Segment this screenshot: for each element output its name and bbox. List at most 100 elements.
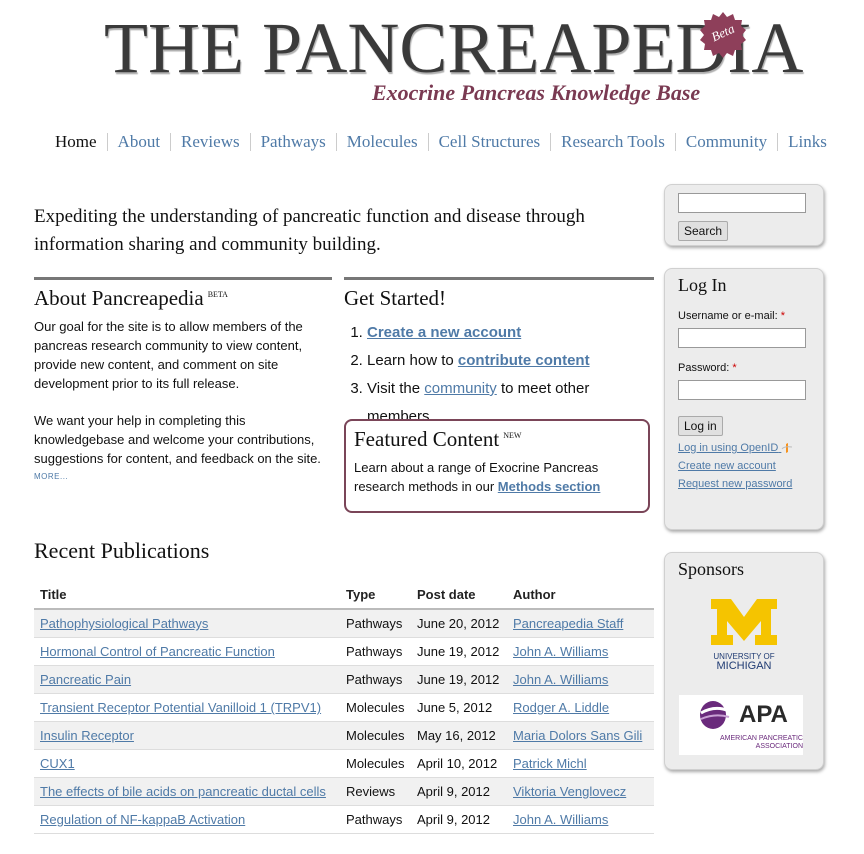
publication-date: June 5, 2012	[417, 700, 493, 715]
apa-logo[interactable]: APA AMERICAN PANCREATIC ASSOCIATION	[679, 695, 803, 755]
publication-author-link[interactable]: Viktoria Venglovecz	[513, 784, 626, 799]
nav-links[interactable]: Links	[777, 133, 837, 151]
featured-title: Featured Content	[354, 427, 500, 451]
publication-title-link[interactable]: The effects of bile acids on pancreatic …	[40, 784, 326, 799]
table-cell: Pathophysiological Pathways	[34, 609, 340, 638]
about-more-link[interactable]: MORE...	[34, 472, 332, 481]
about-paragraph-1: Our goal for the site is to allow member…	[34, 319, 303, 391]
col-author-header: Author	[507, 580, 654, 610]
publication-title-link[interactable]: Insulin Receptor	[40, 728, 134, 743]
username-label-text: Username or e-mail:	[678, 310, 778, 322]
login-button[interactable]: Log in	[678, 416, 723, 436]
publication-title-link[interactable]: Regulation of NF-kappaB Activation	[40, 812, 245, 827]
methods-section-link[interactable]: Methods section	[498, 479, 601, 494]
publication-title-link[interactable]: Pathophysiological Pathways	[40, 616, 208, 631]
nav-about[interactable]: About	[106, 133, 171, 151]
table-cell: Pancreatic Pain	[34, 665, 340, 694]
get-started-block: Get Started! Create a new account Learn …	[344, 277, 654, 431]
table-cell: Transient Receptor Potential Vanilloid 1…	[34, 693, 340, 722]
publications-table: Title Type Post date Author Pathophysiol…	[34, 580, 654, 834]
about-heading: About Pancreapedia BETA	[34, 286, 332, 311]
search-input[interactable]	[678, 193, 806, 213]
umich-logo[interactable]: UNIVERSITY OF MICHIGAN	[709, 599, 779, 672]
table-cell: June 5, 2012	[411, 693, 507, 722]
publication-date: May 16, 2012	[417, 728, 496, 743]
publication-date: April 10, 2012	[417, 756, 498, 771]
site-logo[interactable]: The Pancreapedia Beta Exocrine Pancreas …	[104, 8, 803, 108]
publication-date: April 9, 2012	[417, 812, 490, 827]
openid-link-text: Log in using OpenID	[678, 442, 779, 454]
publication-title-link[interactable]: Hormonal Control of Pancreatic Function	[40, 644, 275, 659]
nav-pathways[interactable]: Pathways	[249, 133, 336, 151]
featured-heading: Featured Content NEW	[354, 427, 640, 452]
username-field[interactable]	[678, 328, 806, 348]
beta-tag: BETA	[207, 290, 228, 299]
apa-wordmark: APA	[739, 701, 788, 728]
nav-home[interactable]: Home	[47, 133, 107, 151]
table-cell: Molecules	[340, 693, 411, 722]
table-cell: John A. Williams	[507, 637, 654, 666]
publication-type: Pathways	[346, 672, 403, 687]
apa-line-1: AMERICAN PANCREATIC	[720, 735, 803, 742]
nav-reviews[interactable]: Reviews	[170, 133, 250, 151]
contribute-content-link[interactable]: contribute content	[458, 352, 590, 369]
table-row: Pathophysiological Pathways Pathways June …	[34, 609, 654, 638]
table-cell: June 20, 2012	[411, 609, 507, 638]
logo-subtitle: Exocrine Pancreas Knowledge Base	[372, 80, 701, 105]
table-cell: May 16, 2012	[411, 721, 507, 750]
create-account-link[interactable]: Create a new account	[367, 324, 521, 341]
logo-title: The Pancreapedia	[104, 8, 804, 88]
recent-publications-title: Recent Publications	[34, 538, 210, 563]
nav-research-tools[interactable]: Research Tools	[550, 133, 675, 151]
publication-author-link[interactable]: John A. Williams	[513, 644, 608, 659]
publication-author-link[interactable]: Pancreapedia Staff	[513, 616, 623, 631]
table-cell: Molecules	[340, 721, 411, 750]
beta-seal-icon: Beta	[700, 12, 746, 58]
table-cell: Insulin Receptor	[34, 721, 340, 750]
about-paragraph-2: We want your help in completing this kno…	[34, 413, 321, 466]
login-title: Log In	[678, 275, 727, 295]
publication-author-link[interactable]: John A. Williams	[513, 812, 608, 827]
password-label-text: Password:	[678, 362, 730, 374]
publication-author-link[interactable]: Maria Dolors Sans Gili	[513, 728, 642, 743]
umich-line-2: MICHIGAN	[716, 660, 772, 672]
publication-title-link[interactable]: Transient Receptor Potential Vanilloid 1…	[40, 700, 321, 715]
nav-molecules[interactable]: Molecules	[335, 133, 428, 151]
table-cell: Rodger A. Liddle	[507, 693, 654, 722]
publication-title-link[interactable]: CUX1	[40, 756, 75, 771]
apa-swoosh-icon	[700, 701, 730, 729]
community-link[interactable]: community	[424, 380, 497, 397]
username-label: Username or e-mail: *	[678, 310, 810, 322]
nav-community[interactable]: Community	[674, 133, 777, 151]
publication-author-link[interactable]: Rodger A. Liddle	[513, 700, 609, 715]
table-cell: Hormonal Control of Pancreatic Function	[34, 637, 340, 666]
publication-type: Reviews	[346, 784, 396, 799]
request-password-link[interactable]: Request new password	[678, 478, 810, 490]
table-cell: Pathways	[340, 665, 411, 694]
about-title: About Pancreapedia	[34, 286, 204, 310]
openid-icon	[781, 442, 793, 453]
table-header-row: Title Type Post date Author	[34, 580, 654, 610]
publication-date: June 19, 2012	[417, 644, 500, 659]
col-title-header: Title	[34, 580, 340, 610]
table-cell: June 19, 2012	[411, 637, 507, 666]
required-mark: *	[732, 362, 737, 374]
table-cell: Pathways	[340, 609, 411, 638]
main-nav: Home About Reviews Pathways Molecules Ce…	[47, 130, 837, 154]
table-cell: Maria Dolors Sans Gili	[507, 721, 654, 750]
nav-cell-structures[interactable]: Cell Structures	[427, 133, 551, 151]
col-type-header: Type	[340, 580, 411, 610]
umich-m-icon	[711, 599, 777, 645]
password-field[interactable]	[678, 380, 806, 400]
publication-author-link[interactable]: John A. Williams	[513, 672, 608, 687]
sponsors-title: Sponsors	[678, 559, 745, 579]
publication-author-link[interactable]: Patrick Michl	[513, 756, 587, 771]
openid-login-link[interactable]: Log in using OpenID	[678, 442, 810, 454]
search-button[interactable]: Search	[678, 221, 729, 241]
publication-title-link[interactable]: Pancreatic Pain	[40, 672, 131, 687]
table-cell: Regulation of NF-kappaB Activation	[34, 805, 340, 834]
required-mark: *	[780, 310, 785, 322]
table-cell: Viktoria Venglovecz	[507, 777, 654, 806]
col-date-header: Post date	[411, 580, 507, 610]
create-account-link-sidebar[interactable]: Create new account	[678, 460, 810, 472]
